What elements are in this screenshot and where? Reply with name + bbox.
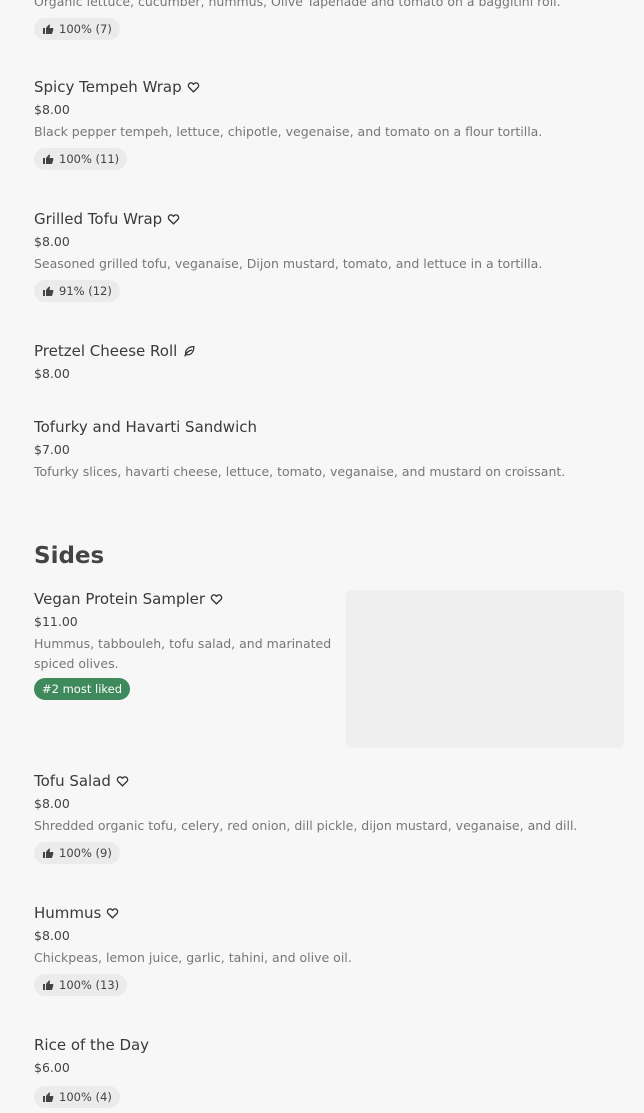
- vegan-heart-icon: [210, 593, 223, 605]
- item-description: Black pepper tempeh, lettuce, chipotle, …: [34, 124, 543, 139]
- rating-text: 100% (9): [59, 846, 112, 860]
- menu-item[interactable]: Organic lettuce, cucumber, hummus, Olive…: [34, 0, 561, 40]
- menu-item[interactable]: Grilled Tofu Wrap $8.00 Seasoned grilled…: [34, 210, 542, 302]
- item-name: Spicy Tempeh Wrap: [34, 78, 182, 96]
- rating-text: 91% (12): [59, 284, 112, 298]
- item-price: $8.00: [34, 928, 70, 943]
- item-name: Pretzel Cheese Roll: [34, 342, 178, 360]
- thumbs-up-icon: [42, 847, 55, 859]
- item-name: Hummus: [34, 904, 102, 922]
- item-image-placeholder[interactable]: [346, 590, 624, 748]
- item-price: $6.00: [34, 1060, 70, 1075]
- thumbs-up-icon: [42, 1091, 55, 1103]
- item-name-row: Vegan Protein Sampler: [34, 590, 339, 608]
- item-description: Chickpeas, lemon juice, garlic, tahini, …: [34, 950, 352, 965]
- rating-badge: 100% (13): [34, 974, 128, 996]
- item-name: Rice of the Day: [34, 1036, 150, 1054]
- rating-text: 100% (4): [59, 1090, 112, 1104]
- rating-badge: 100% (11): [34, 148, 128, 170]
- rating-badge: 100% (7): [34, 18, 120, 40]
- item-description: Tofurky slices, havarti cheese, lettuce,…: [34, 464, 566, 479]
- vegan-heart-icon: [187, 81, 200, 93]
- item-description: Seasoned grilled tofu, veganaise, Dijon …: [34, 256, 543, 271]
- item-name-row: Tofu Salad: [34, 772, 577, 790]
- item-price: $8.00: [34, 102, 70, 117]
- item-description: Organic lettuce, cucumber, hummus, Olive…: [34, 0, 561, 9]
- vegetarian-leaf-icon: [182, 345, 195, 357]
- item-name-row: Pretzel Cheese Roll: [34, 342, 195, 360]
- item-name-row: Tofurky and Havarti Sandwich: [34, 418, 565, 436]
- vegan-heart-icon: [106, 907, 119, 919]
- menu-item[interactable]: Vegan Protein Sampler $11.00 Hummus, tab…: [34, 590, 339, 700]
- menu-item[interactable]: Tofurky and Havarti Sandwich $7.00 Tofur…: [34, 418, 565, 482]
- item-price: $8.00: [34, 796, 70, 811]
- item-name: Tofu Salad: [34, 772, 111, 790]
- thumbs-up-icon: [42, 979, 55, 991]
- menu-item[interactable]: Pretzel Cheese Roll $8.00: [34, 342, 195, 382]
- item-description: Shredded organic tofu, celery, red onion…: [34, 818, 578, 833]
- menu-item[interactable]: Tofu Salad $8.00 Shredded organic tofu, …: [34, 772, 577, 864]
- rating-text: 100% (11): [59, 152, 120, 166]
- thumbs-up-icon: [42, 285, 55, 297]
- menu-item[interactable]: Hummus $8.00 Chickpeas, lemon juice, gar…: [34, 904, 352, 996]
- menu-item[interactable]: Spicy Tempeh Wrap $8.00 Black pepper tem…: [34, 78, 542, 170]
- rating-text: 100% (7): [59, 22, 112, 36]
- thumbs-up-icon: [42, 23, 55, 35]
- vegan-heart-icon: [167, 213, 180, 225]
- item-name-row: Spicy Tempeh Wrap: [34, 78, 542, 96]
- most-liked-badge: #2 most liked: [34, 678, 131, 700]
- item-name-row: Hummus: [34, 904, 352, 922]
- item-name: Tofurky and Havarti Sandwich: [34, 418, 257, 436]
- item-price: $7.00: [34, 442, 70, 457]
- item-name-row: Grilled Tofu Wrap: [34, 210, 542, 228]
- item-name: Vegan Protein Sampler: [34, 590, 206, 608]
- item-name: Grilled Tofu Wrap: [34, 210, 163, 228]
- item-price: $8.00: [34, 234, 70, 249]
- item-price: $8.00: [34, 366, 70, 381]
- rating-text: 100% (13): [59, 978, 120, 992]
- rating-badge: 91% (12): [34, 280, 120, 302]
- rating-badge: 100% (9): [34, 842, 120, 864]
- item-name-row: Rice of the Day: [34, 1036, 149, 1054]
- item-price: $11.00: [34, 614, 78, 629]
- rating-badge: 100% (4): [34, 1086, 120, 1108]
- section-title: Sides: [34, 543, 105, 569]
- item-description: Hummus, tabbouleh, tofu salad, and marin…: [34, 636, 332, 671]
- vegan-heart-icon: [116, 775, 129, 787]
- thumbs-up-icon: [42, 153, 55, 165]
- menu-item[interactable]: Rice of the Day $6.00 100% (4): [34, 1036, 149, 1108]
